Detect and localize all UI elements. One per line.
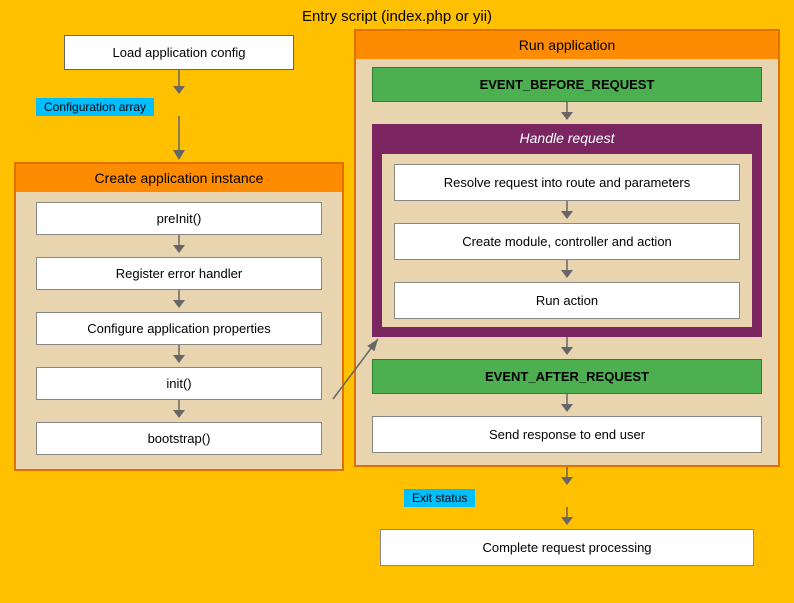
create-app-section: Create application instance preInit() Re… (14, 162, 344, 471)
handle-box-0: Resolve request into route and parameter… (394, 164, 740, 201)
load-config-box: Load application config (64, 35, 294, 70)
arr-h1 (557, 201, 577, 223)
arr4 (169, 400, 189, 422)
flow-box-2: Configure application properties (36, 312, 322, 345)
run-app-header: Run application (356, 31, 778, 59)
handle-inner: Resolve request into route and parameter… (382, 154, 752, 327)
main-title: Entry script (index.php or yii) (0, 0, 794, 29)
flow-box-0: preInit() (36, 202, 322, 235)
arrow-config-to-create (169, 116, 189, 162)
right-column: Run application EVENT_BEFORE_REQUEST Han… (354, 29, 780, 589)
handle-request-section: Handle request Resolve request into rout… (372, 124, 762, 337)
arr-after (557, 337, 577, 359)
flow-box-4: bootstrap() (36, 422, 322, 455)
arr-h2 (557, 260, 577, 282)
handle-box-2: Run action (394, 282, 740, 319)
exit-label: Exit status (404, 489, 475, 507)
event-before-box: EVENT_BEFORE_REQUEST (372, 67, 762, 102)
arr3 (169, 345, 189, 367)
config-array-label: Configuration array (36, 98, 154, 116)
send-response-box: Send response to end user (372, 416, 762, 453)
complete-box: Complete request processing (380, 529, 755, 566)
arr-before (557, 102, 577, 124)
arr1 (169, 235, 189, 257)
event-after-box: EVENT_AFTER_REQUEST (372, 359, 762, 394)
flow-box-3: init() (36, 367, 322, 400)
arr-send (557, 394, 577, 416)
handle-box-1: Create module, controller and action (394, 223, 740, 260)
arr2 (169, 290, 189, 312)
left-flow-items: preInit() Register error handler Configu… (16, 202, 342, 455)
run-app-section: Run application EVENT_BEFORE_REQUEST Han… (354, 29, 780, 467)
arrow-load-to-label (169, 70, 189, 98)
handle-request-header: Handle request (372, 124, 762, 154)
main-layout: Load application config Configuration ar… (0, 29, 794, 589)
left-column: Load application config Configuration ar… (14, 29, 344, 589)
create-app-header: Create application instance (16, 164, 342, 192)
main-wrapper: Entry script (index.php or yii) Load app… (0, 0, 794, 603)
arr-complete (557, 507, 577, 529)
arr-exit (557, 467, 577, 489)
flow-box-1: Register error handler (36, 257, 322, 290)
